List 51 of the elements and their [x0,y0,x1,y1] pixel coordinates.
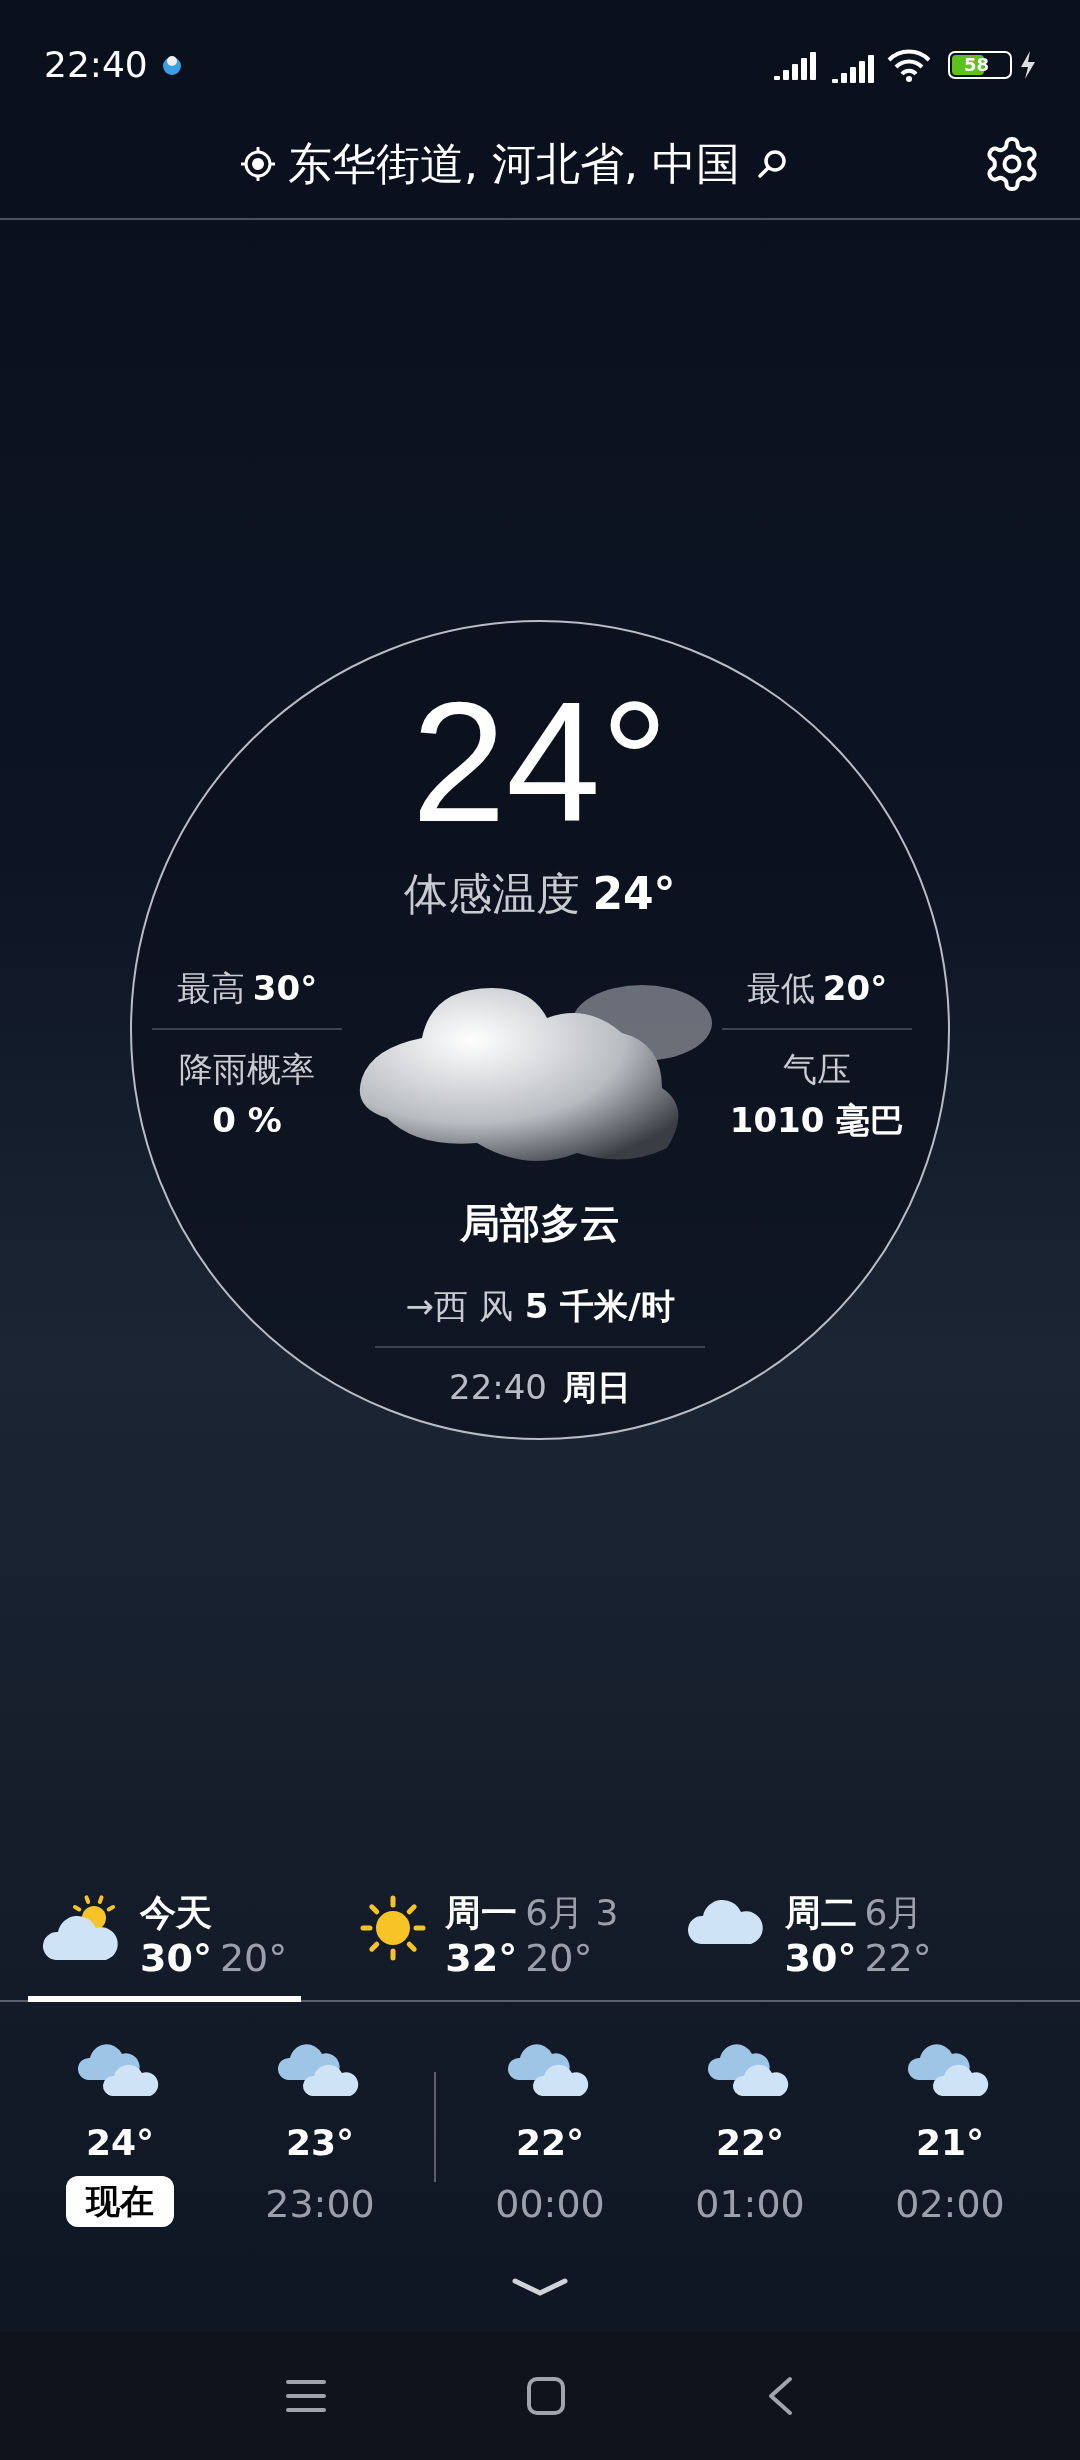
wind-speed: 5 千米/时 [524,1285,675,1328]
current-time: 22:40 [449,1366,547,1409]
hour-temperature: 21° [915,2121,985,2165]
day-name: 周一 [445,1891,518,1935]
weather-condition: 局部多云 [460,1199,620,1248]
hour-temperature: 22° [515,2121,585,2165]
back-icon[interactable] [766,2376,794,2416]
menu-icon[interactable] [286,2378,326,2414]
hour-time: 02:00 [895,2181,1005,2228]
weekday: 周日 [563,1366,631,1409]
hour-temperature: 23° [285,2121,355,2165]
hour-temperature: 24° [85,2121,155,2165]
precipitation-value: 0 % [212,1099,282,1142]
wind-direction: 西 风 [433,1285,513,1328]
day-high: 30° [140,1935,212,1982]
location-icon [240,146,276,182]
hour-time: 00:00 [495,2181,605,2228]
precipitation-label: 降雨概率 [179,1048,315,1091]
wind-arrow: → [405,1285,434,1328]
pressure-value: 1010 毫巴 [729,1099,905,1142]
low-value: 20° [822,967,888,1010]
day-tab[interactable]: 今天 30° 20° [28,1890,302,2002]
location-name[interactable]: 东华街道, 河北省, 中国 [288,131,740,197]
day-high: 32° [445,1935,518,1982]
hour-time: 23:00 [265,2181,375,2228]
chevron-down-icon[interactable] [512,2276,568,2298]
search-icon[interactable] [755,148,788,180]
hour-time: 01:00 [695,2181,805,2228]
day-name: 今天 [140,1891,212,1935]
day-date: 6月 [864,1891,924,1935]
day-tab[interactable]: 周一 6月 3 32° 20° [341,1890,633,2002]
feels-like-value: 24° [592,867,676,921]
pressure-label: 气压 [783,1048,851,1091]
hour-temperature: 22° [715,2121,785,2165]
day-low: 20° [525,1935,593,1982]
status-time: 22:40 [44,43,148,87]
current-temperature: 24° [411,677,669,847]
now-label: 现在 [66,2176,174,2227]
day-high: 30° [784,1935,857,1982]
day-name: 周二 [784,1891,857,1935]
high-value: 30° [252,967,318,1010]
day-date: 6月 3 [525,1891,619,1935]
feels-like-label: 体感温度 [404,867,581,921]
day-low: 22° [864,1935,932,1982]
wifi-icon [886,48,932,82]
charging-icon [1020,51,1036,79]
low-label: 最低 [746,967,815,1010]
high-label: 最高 [176,967,245,1010]
home-icon[interactable] [526,2376,566,2416]
day-tab[interactable]: 周二 6月 30° 22° [672,1890,946,2002]
day-low: 20° [219,1935,288,1982]
